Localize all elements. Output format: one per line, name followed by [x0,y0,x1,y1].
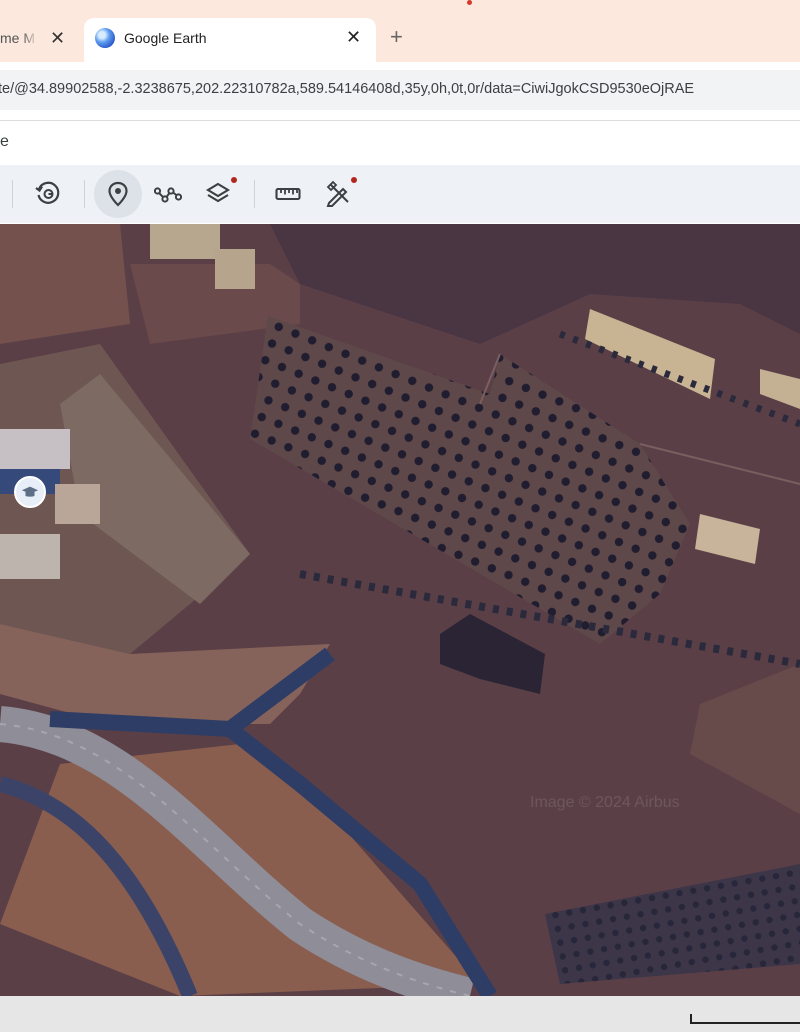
earth-toolbar [0,165,800,223]
path-icon [154,187,182,203]
search-row[interactable]: e [0,121,800,165]
address-bar: te/@34.89902588,-2.3238675,202.22310782a… [0,62,800,121]
toolbar-divider [12,180,13,208]
place-marker[interactable] [14,476,46,508]
satellite-imagery [0,224,800,996]
measure-button[interactable] [264,170,312,218]
draw-path-button[interactable] [144,170,192,218]
satellite-map-view[interactable]: Image © 2024 Airbus [0,224,800,996]
imagery-watermark: Image © 2024 Airbus [530,794,680,811]
toolbar-divider [254,180,255,208]
layers-icon [205,182,231,203]
google-earth-icon [95,28,115,48]
create-tools-badge [351,177,357,183]
add-placemark-button[interactable] [94,170,142,218]
status-bar [0,996,800,1032]
close-tab-icon[interactable]: ✕ [50,28,65,49]
ruler-icon [275,187,301,201]
url-field[interactable]: te/@34.89902588,-2.3238675,202.22310782a… [0,70,800,110]
create-tools-icon [326,180,349,207]
tab-strip: me M ✕ Google Earth ✕ + [0,0,800,62]
history-button[interactable] [24,170,72,218]
history-icon [35,181,60,204]
map-pin-icon [108,181,128,207]
tab-google-earth[interactable]: Google Earth ✕ [84,18,376,62]
tab-label: Google Earth [124,30,207,46]
graduation-cap-icon [21,486,39,497]
tab-label: me M [0,30,35,46]
new-tab-button[interactable]: + [390,24,403,50]
tab-previous[interactable]: me M ✕ [0,22,82,54]
toolbar-divider [84,180,85,208]
close-tab-icon[interactable]: ✕ [346,27,361,48]
search-input[interactable]: e [0,133,9,151]
url-text: te/@34.89902588,-2.3238675,202.22310782a… [0,81,695,97]
notification-dot [467,0,472,5]
layers-badge [231,177,237,183]
scale-bar [690,1014,800,1024]
